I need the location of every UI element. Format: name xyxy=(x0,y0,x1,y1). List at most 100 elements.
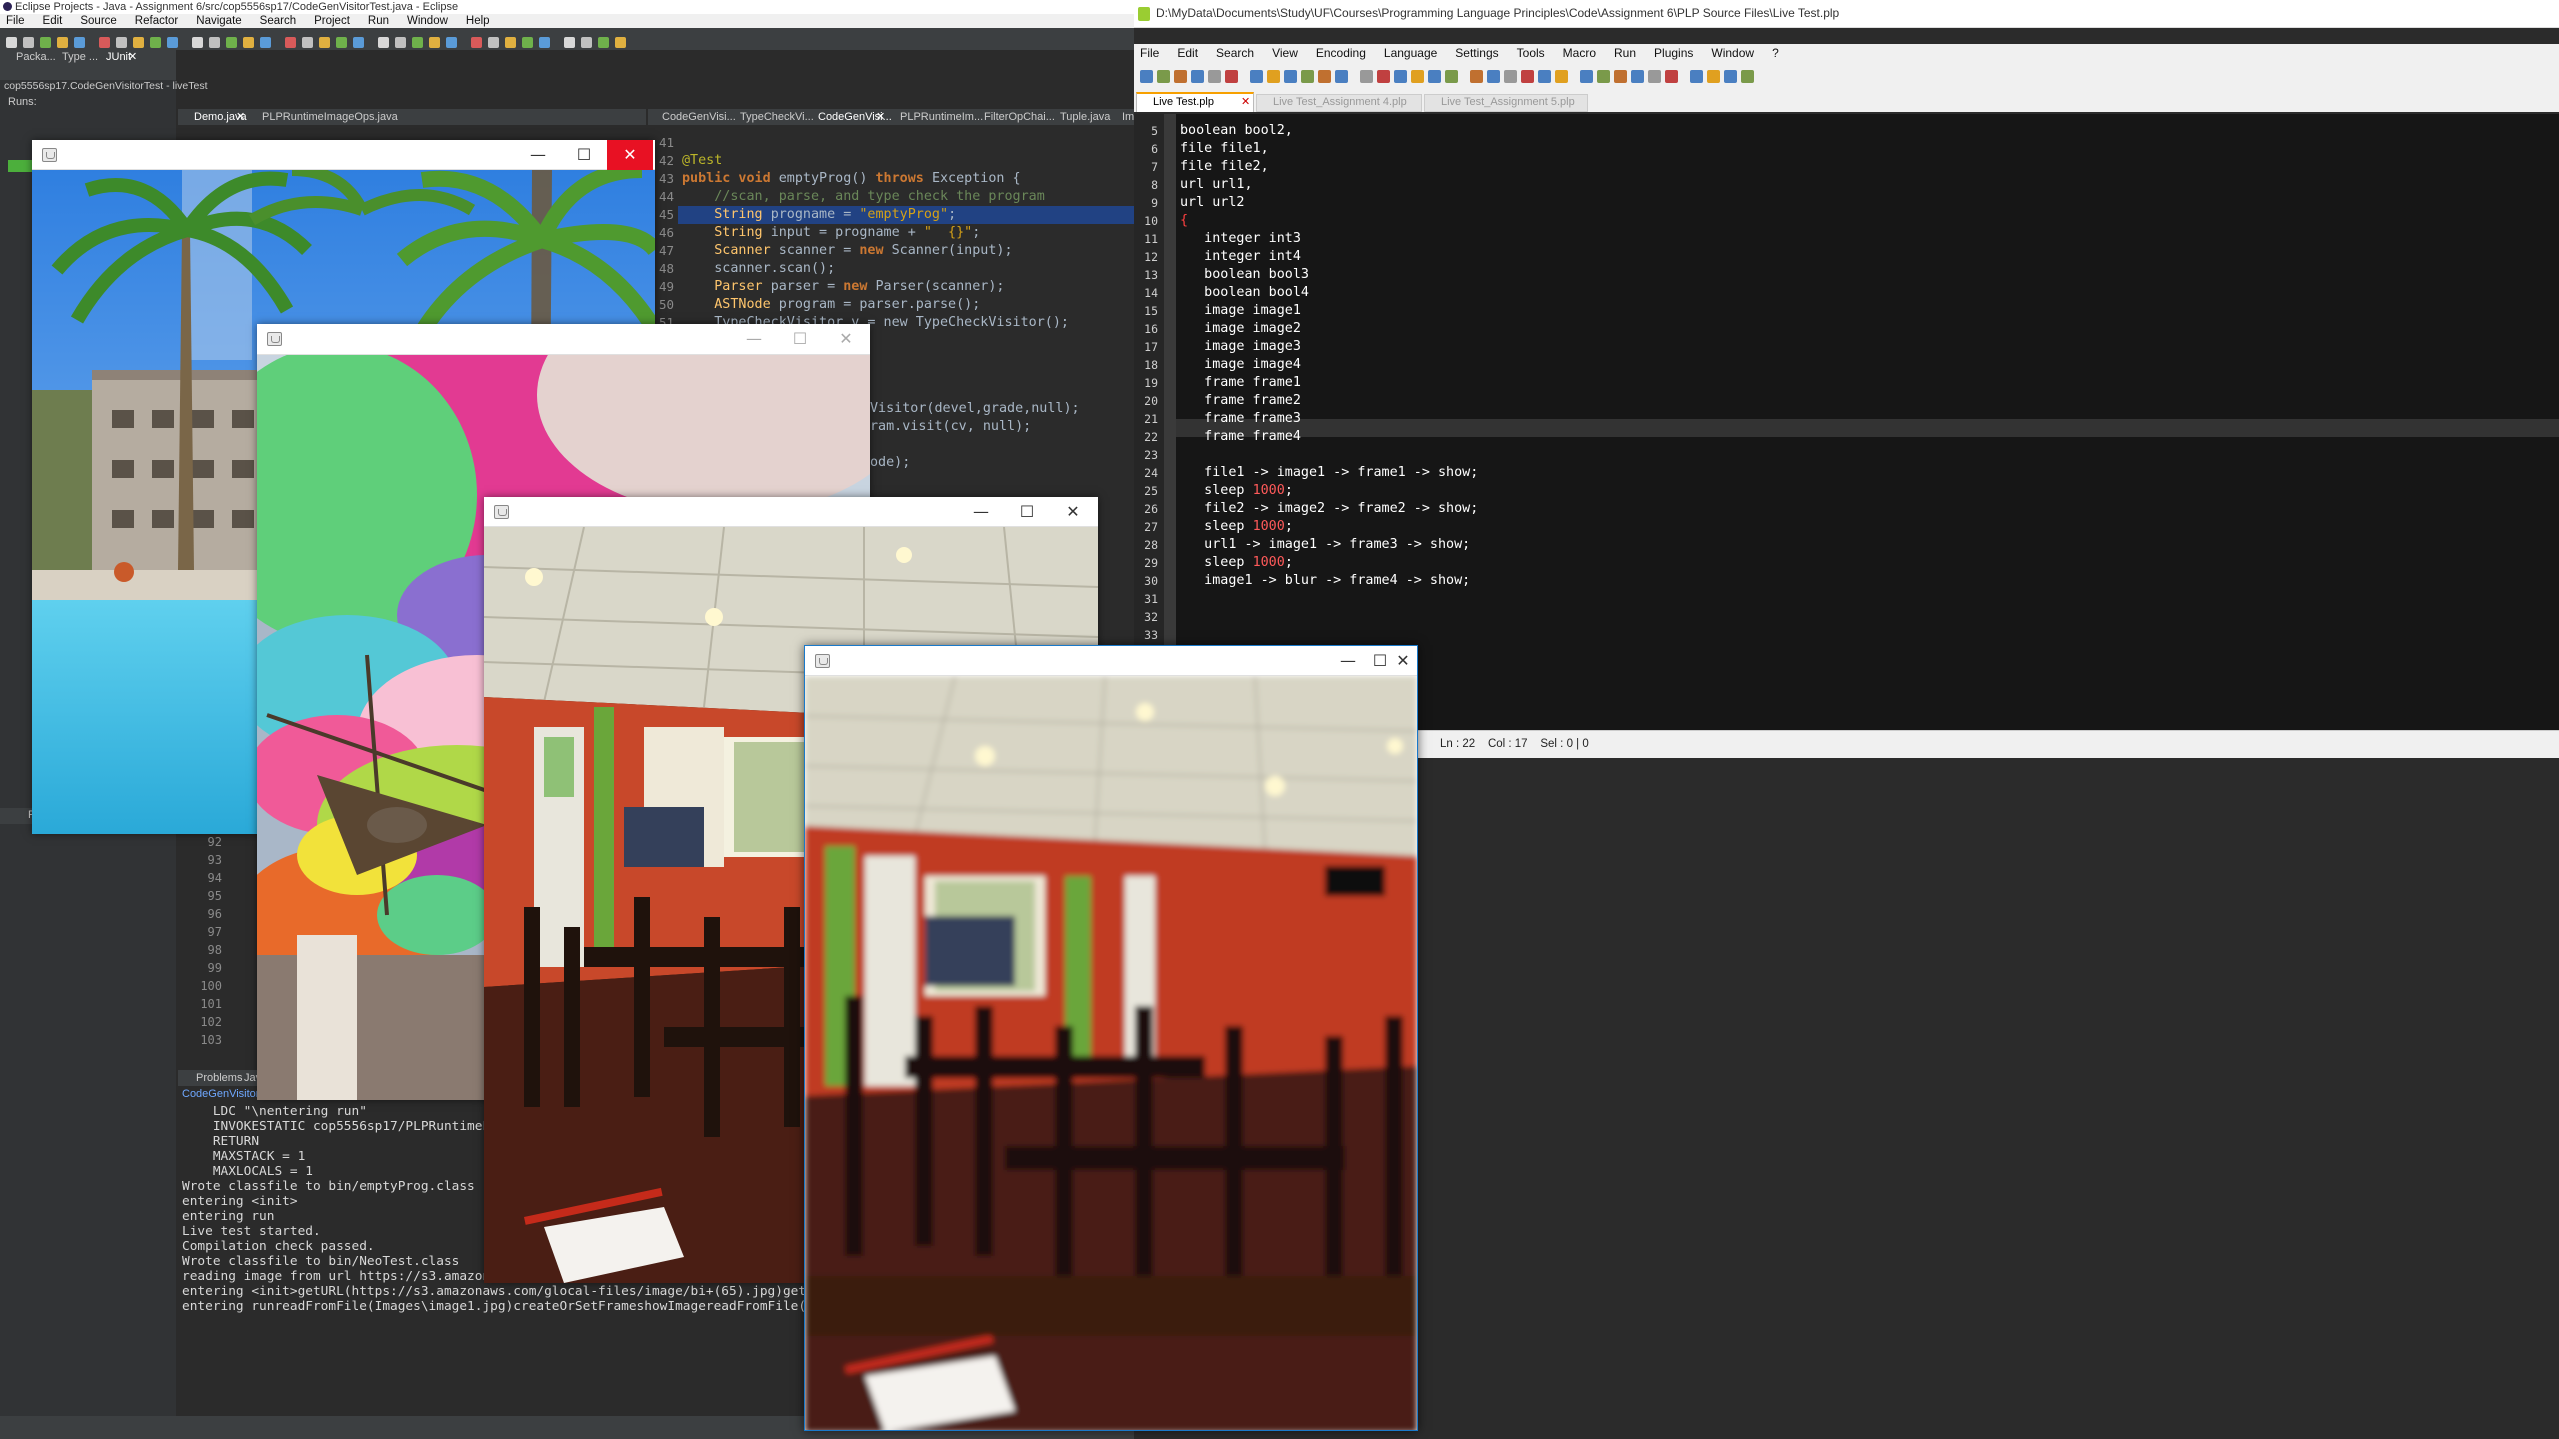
toolbar-button-icon[interactable] xyxy=(1665,70,1678,83)
toolbar-button-icon[interactable] xyxy=(505,37,516,48)
menu-tools[interactable]: Tools xyxy=(1517,46,1545,60)
maximize-icon[interactable]: ☐ xyxy=(777,324,823,354)
toolbar-button-icon[interactable] xyxy=(1580,70,1593,83)
image-frame-4[interactable]: — ☐ ✕ xyxy=(804,645,1418,1431)
toolbar-button-icon[interactable] xyxy=(1360,70,1373,83)
menu-settings[interactable]: Settings xyxy=(1455,46,1498,60)
toolbar-button-icon[interactable] xyxy=(615,37,626,48)
toolbar-button-icon[interactable] xyxy=(598,37,609,48)
menu-edit[interactable]: Edit xyxy=(1177,46,1198,60)
toolbar-button-icon[interactable] xyxy=(539,37,550,48)
toolbar-button-icon[interactable] xyxy=(446,37,457,48)
toolbar-button-icon[interactable] xyxy=(209,37,220,48)
menu-language[interactable]: Language xyxy=(1384,46,1437,60)
npp-tab-live-test[interactable]: Live Test.plp ✕ xyxy=(1136,92,1254,112)
toolbar-button-icon[interactable] xyxy=(1284,70,1297,83)
close-icon[interactable]: ✕ xyxy=(823,324,869,354)
editor-tab[interactable]: TypeCheckVi... xyxy=(740,109,814,125)
close-icon[interactable]: ✕ xyxy=(1241,95,1250,108)
toolbar-button-icon[interactable] xyxy=(336,37,347,48)
toolbar-button-icon[interactable] xyxy=(1250,70,1263,83)
npp-tab-assignment4[interactable]: Live Test_Assignment 4.plp xyxy=(1256,94,1422,112)
menu-search[interactable]: Search xyxy=(260,15,296,27)
toolbar-button-icon[interactable] xyxy=(1504,70,1517,83)
toolbar-button-icon[interactable] xyxy=(1377,70,1390,83)
close-icon[interactable]: ✕ xyxy=(876,109,885,125)
toolbar-button-icon[interactable] xyxy=(1157,70,1170,83)
tab-problems[interactable]: Problems xyxy=(196,1070,242,1086)
toolbar-button-icon[interactable] xyxy=(1301,70,1314,83)
toolbar-button-icon[interactable] xyxy=(412,37,423,48)
toolbar-button-icon[interactable] xyxy=(57,37,68,48)
toolbar-button-icon[interactable] xyxy=(243,37,254,48)
tab-package-explorer[interactable]: Packa... xyxy=(16,50,56,64)
toolbar-button-icon[interactable] xyxy=(40,37,51,48)
tab-type-hierarchy[interactable]: Type ... xyxy=(62,50,98,64)
maximize-icon[interactable]: ☐ xyxy=(561,140,607,170)
toolbar-button-icon[interactable] xyxy=(1538,70,1551,83)
minimize-icon[interactable]: — xyxy=(731,324,777,354)
editor-tab[interactable]: FilterOpChai... xyxy=(984,109,1055,125)
toolbar-button-icon[interactable] xyxy=(260,37,271,48)
menu-file[interactable]: File xyxy=(6,15,25,27)
close-icon[interactable]: ✕ xyxy=(236,109,245,125)
toolbar-button-icon[interactable] xyxy=(192,37,203,48)
menu-help[interactable]: ? xyxy=(1772,46,1779,60)
menu-project[interactable]: Project xyxy=(314,15,350,27)
toolbar-button-icon[interactable] xyxy=(1208,70,1221,83)
menu-run[interactable]: Run xyxy=(1614,46,1636,60)
menu-plugins[interactable]: Plugins xyxy=(1654,46,1693,60)
toolbar-button-icon[interactable] xyxy=(74,37,85,48)
toolbar-button-icon[interactable] xyxy=(1267,70,1280,83)
menu-file[interactable]: File xyxy=(1140,46,1159,60)
minimize-icon[interactable]: — xyxy=(515,140,561,170)
menu-refactor[interactable]: Refactor xyxy=(135,15,178,27)
toolbar-button-icon[interactable] xyxy=(1707,70,1720,83)
toolbar-button-icon[interactable] xyxy=(226,37,237,48)
toolbar-button-icon[interactable] xyxy=(378,37,389,48)
menu-search[interactable]: Search xyxy=(1216,46,1254,60)
toolbar-button-icon[interactable] xyxy=(1174,70,1187,83)
tab-plpruntimeimageops[interactable]: PLPRuntimeImageOps.java xyxy=(262,109,398,125)
toolbar-button-icon[interactable] xyxy=(395,37,406,48)
toolbar-button-icon[interactable] xyxy=(471,37,482,48)
close-icon[interactable]: ✕ xyxy=(1389,646,1417,676)
close-icon[interactable]: ✕ xyxy=(128,50,137,64)
toolbar-button-icon[interactable] xyxy=(319,37,330,48)
menu-help[interactable]: Help xyxy=(466,15,490,27)
menu-macro[interactable]: Macro xyxy=(1563,46,1596,60)
close-icon[interactable]: ✕ xyxy=(1050,497,1096,527)
editor-tab[interactable]: Im xyxy=(1122,109,1134,125)
toolbar-button-icon[interactable] xyxy=(1741,70,1754,83)
toolbar-button-icon[interactable] xyxy=(1428,70,1441,83)
toolbar-button-icon[interactable] xyxy=(1555,70,1568,83)
frame-3-title-bar[interactable]: — ☐ ✕ xyxy=(484,497,1098,527)
menu-source[interactable]: Source xyxy=(80,15,116,27)
menu-run[interactable]: Run xyxy=(368,15,389,27)
toolbar-button-icon[interactable] xyxy=(6,37,17,48)
menu-window[interactable]: Window xyxy=(407,15,448,27)
toolbar-button-icon[interactable] xyxy=(1335,70,1348,83)
toolbar-button-icon[interactable] xyxy=(285,37,296,48)
toolbar-button-icon[interactable] xyxy=(1521,70,1534,83)
toolbar-button-icon[interactable] xyxy=(1445,70,1458,83)
toolbar-button-icon[interactable] xyxy=(429,37,440,48)
editor-tab[interactable]: CodeGenVisi... xyxy=(662,109,736,125)
toolbar-button-icon[interactable] xyxy=(1225,70,1238,83)
toolbar-button-icon[interactable] xyxy=(167,37,178,48)
toolbar-button-icon[interactable] xyxy=(1470,70,1483,83)
minimize-icon[interactable]: — xyxy=(958,497,1004,527)
toolbar-button-icon[interactable] xyxy=(1597,70,1610,83)
editor-tab[interactable]: Tuple.java xyxy=(1060,109,1110,125)
toolbar-button-icon[interactable] xyxy=(1631,70,1644,83)
toolbar-button-icon[interactable] xyxy=(302,37,313,48)
toolbar-button-icon[interactable] xyxy=(99,37,110,48)
toolbar-button-icon[interactable] xyxy=(133,37,144,48)
menu-edit[interactable]: Edit xyxy=(43,15,63,27)
frame-4-title-bar[interactable]: — ☐ ✕ xyxy=(805,646,1417,676)
toolbar-button-icon[interactable] xyxy=(1394,70,1407,83)
toolbar-button-icon[interactable] xyxy=(1411,70,1424,83)
toolbar-button-icon[interactable] xyxy=(1648,70,1661,83)
toolbar-button-icon[interactable] xyxy=(522,37,533,48)
toolbar-button-icon[interactable] xyxy=(1724,70,1737,83)
